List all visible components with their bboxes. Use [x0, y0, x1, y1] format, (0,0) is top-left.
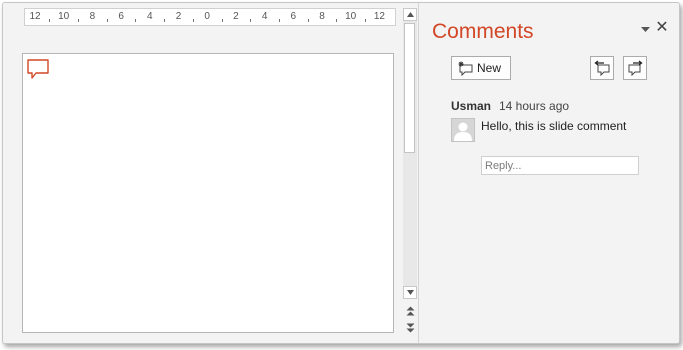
ruler-label: 12 — [373, 11, 385, 22]
next-comment-button[interactable] — [623, 56, 647, 80]
ruler-label: 0 — [204, 11, 210, 22]
reply-input[interactable] — [481, 156, 639, 175]
comment-marker-icon[interactable] — [26, 58, 50, 82]
previous-comment-icon — [594, 60, 610, 76]
user-silhouette-icon — [454, 122, 472, 141]
triangle-up-icon — [406, 12, 414, 17]
dropdown-arrow-icon — [640, 26, 650, 32]
ruler-tick — [192, 19, 194, 22]
ruler-label: 10 — [345, 11, 357, 22]
comments-pane: Comments ✕ New Usman 14 hours ago Hello,… — [419, 3, 679, 343]
ruler-label: 8 — [319, 11, 325, 22]
close-icon[interactable]: ✕ — [654, 19, 670, 37]
new-comment-icon — [458, 61, 473, 76]
double-chevron-down-icon — [406, 323, 414, 333]
comment-timestamp: 14 hours ago — [499, 99, 570, 113]
slide-canvas[interactable] — [22, 53, 394, 333]
ruler-tick — [336, 19, 338, 22]
slide-editor: 12 10 8 6 4 2 0 2 4 6 8 10 12 — [3, 3, 418, 343]
scroll-down-button[interactable] — [403, 286, 417, 299]
previous-comment-button[interactable] — [590, 56, 614, 80]
triangle-down-icon — [406, 290, 414, 295]
pane-title: Comments — [432, 20, 534, 43]
horizontal-ruler: 12 10 8 6 4 2 0 2 4 6 8 10 12 — [24, 8, 396, 26]
ruler-label: 6 — [118, 11, 124, 22]
ruler-label: 4 — [261, 11, 268, 22]
scroll-track[interactable] — [403, 21, 417, 286]
ruler-tick — [78, 19, 80, 22]
scroll-thumb[interactable] — [404, 23, 415, 153]
comment-author: Usman — [451, 99, 492, 113]
previous-slide-button[interactable] — [403, 304, 417, 318]
vertical-scrollbar[interactable] — [403, 8, 417, 335]
ruler-tick — [365, 19, 367, 22]
ruler-label: 12 — [29, 11, 41, 22]
ruler-label: 10 — [58, 11, 70, 22]
new-button-label: New — [477, 61, 502, 75]
next-comment-icon — [628, 60, 643, 76]
avatar — [451, 118, 475, 142]
next-slide-button[interactable] — [403, 321, 417, 335]
ruler-tick — [250, 19, 252, 22]
ruler-label: 2 — [175, 11, 182, 22]
comment-text: Hello, this is slide comment — [481, 119, 627, 133]
ruler-label: 6 — [290, 11, 297, 22]
ruler-label: 8 — [89, 11, 96, 22]
ruler-tick — [49, 19, 51, 22]
pane-options-button[interactable] — [638, 22, 652, 36]
scroll-up-button[interactable] — [403, 8, 417, 21]
double-chevron-up-icon — [406, 306, 414, 316]
ruler-tick — [164, 19, 166, 22]
ruler-tick — [307, 19, 309, 22]
new-comment-button[interactable]: New — [451, 56, 511, 80]
ruler-tick — [278, 19, 280, 22]
ruler-label: 2 — [233, 11, 239, 22]
ruler-tick — [221, 19, 223, 22]
ruler-label: 4 — [147, 11, 153, 22]
ruler-tick — [106, 19, 108, 22]
ruler-tick — [135, 19, 137, 22]
app-window: 12 10 8 6 4 2 0 2 4 6 8 10 12 Comments ✕… — [2, 2, 680, 344]
